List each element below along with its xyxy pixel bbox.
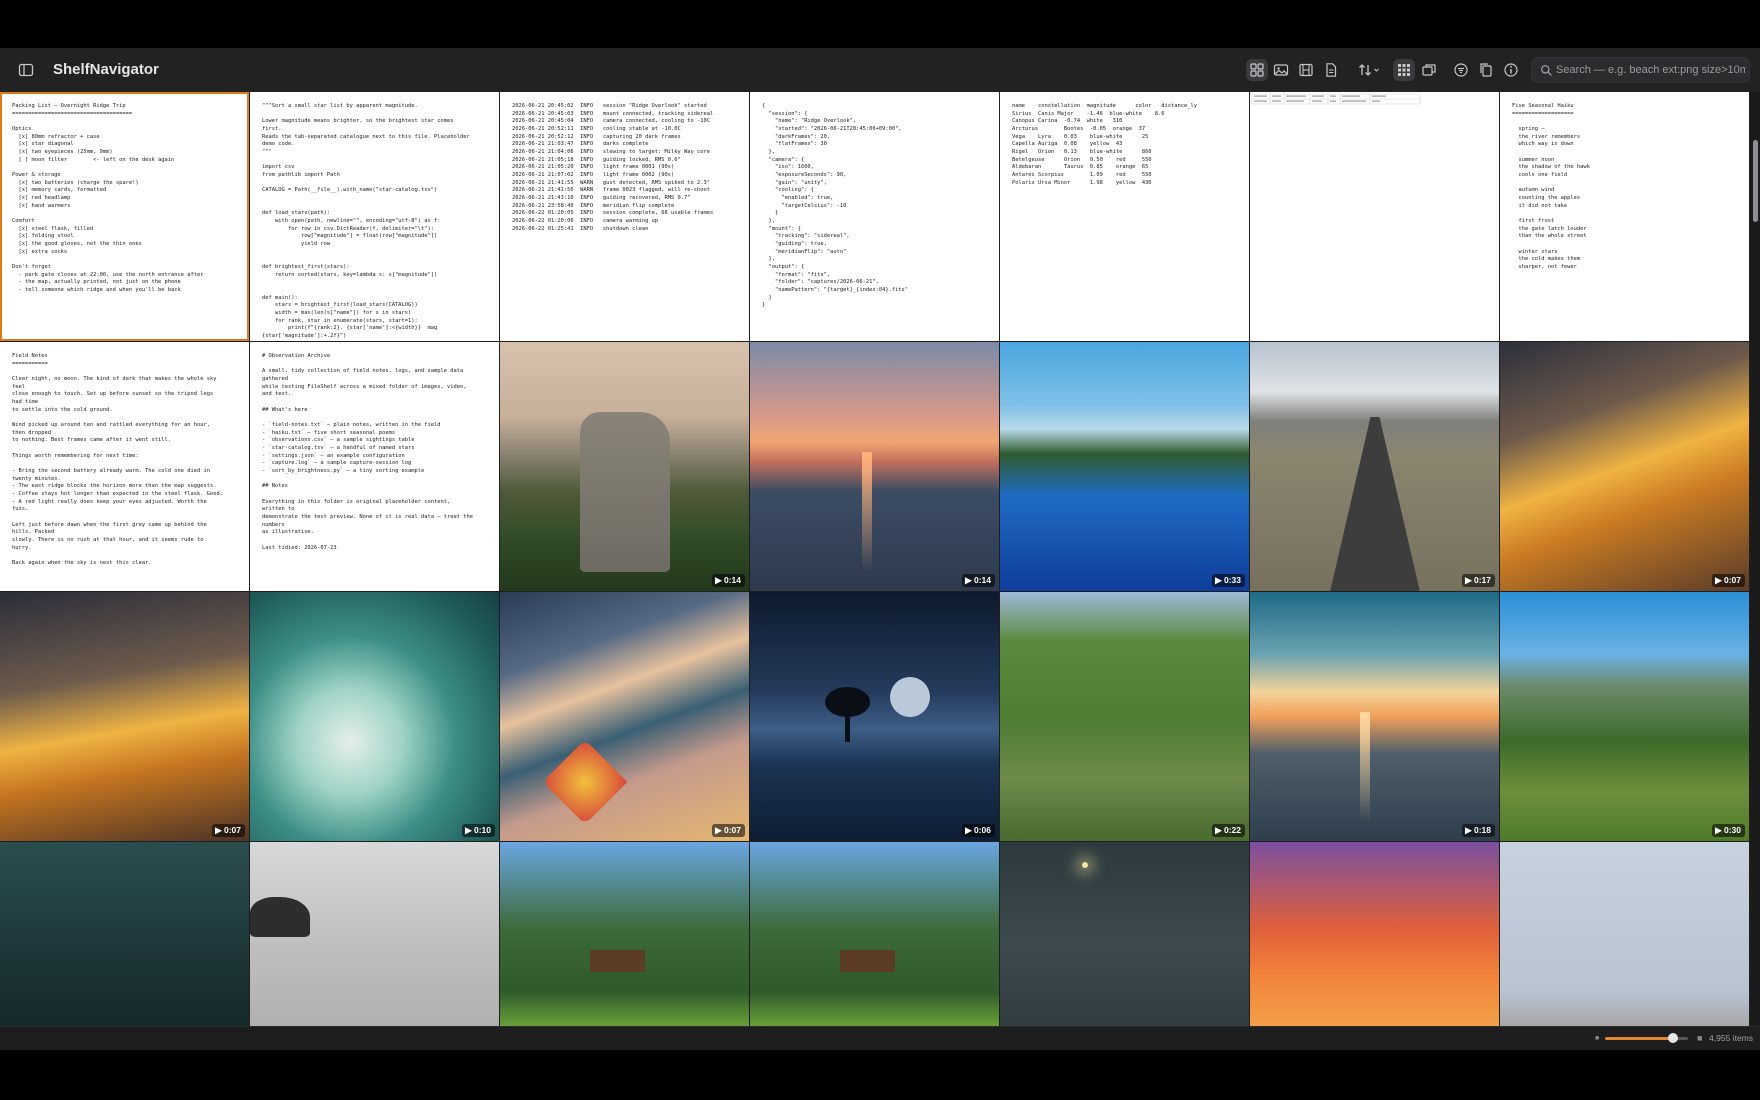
sun-reflection [1360, 712, 1370, 822]
image-tile-hill-town[interactable] [1500, 842, 1749, 1050]
item-count: 4,955 items [1709, 1033, 1753, 1043]
image-tile-dark-clouds[interactable] [0, 842, 249, 1050]
tree-crown [825, 687, 870, 717]
streetlight-glow [1082, 862, 1088, 868]
video-tile-cliff[interactable]: ▶ 0:14 [500, 342, 749, 591]
app-window: ShelfNavigator Search — e.g. beach ext:p… [0, 48, 1760, 1050]
spreadsheet-preview [1251, 93, 1421, 105]
doc-preview-text: name constellation magnitude color dista… [1012, 103, 1197, 186]
zoom-slider-knob[interactable] [1668, 1033, 1679, 1043]
image-tile-rainy-street[interactable] [1000, 842, 1249, 1050]
image-tile-cabin-meadow-copy[interactable] [750, 842, 999, 1050]
image-tile-grey-sea-rock[interactable] [250, 842, 499, 1050]
moon-shape [890, 677, 930, 717]
stack-icon[interactable] [1418, 59, 1440, 81]
vertical-scrollbar[interactable] [1750, 92, 1760, 1050]
doc-preview-text: { "session": { "name": "Ridge Overlook",… [762, 103, 909, 309]
zoom-slider[interactable] [1605, 1033, 1688, 1043]
video-tile-forest-valley[interactable]: ▶ 0:22 [1000, 592, 1249, 841]
doc-tile-star-catalog[interactable]: name constellation magnitude color dista… [1000, 92, 1249, 341]
scrollbar-thumb[interactable] [1753, 140, 1758, 222]
video-duration: ▶ 0:07 [712, 824, 745, 837]
small-thumb-icon: ■ [1595, 1035, 1600, 1042]
copy-icon[interactable] [1475, 59, 1497, 81]
video-tile-moon-tree[interactable]: ▶ 0:06 [750, 592, 999, 841]
doc-tile-packing-list[interactable]: Packing List — Overnight Ridge Trip ====… [0, 92, 249, 341]
video-duration: ▶ 0:14 [712, 574, 745, 587]
doc-tile-settings-json[interactable]: { "session": { "name": "Ridge Overlook",… [750, 92, 999, 341]
sidebar-icon[interactable] [15, 59, 37, 81]
video-tile-storm-rays[interactable]: ▶ 0:07 [0, 592, 249, 841]
video-duration: ▶ 0:33 [1212, 574, 1245, 587]
video-duration: ▶ 0:17 [1462, 574, 1495, 587]
video-duration: ▶ 0:06 [962, 824, 995, 837]
zoom-slider-fill [1605, 1037, 1674, 1040]
video-duration: ▶ 0:18 [1462, 824, 1495, 837]
doc-preview-text: Field Notes =========== Clear night, no … [12, 353, 223, 567]
video-tile-wave[interactable]: ▶ 0:10 [250, 592, 499, 841]
cliff-shape [580, 412, 670, 572]
video-tile-sunrise-sea[interactable]: ▶ 0:18 [1250, 592, 1499, 841]
photo-icon[interactable] [1270, 59, 1292, 81]
large-grid-icon[interactable] [1393, 59, 1415, 81]
image-tile-cabin-meadow[interactable] [500, 842, 749, 1050]
doc-tile-readme[interactable]: # Observation Archive A small, tidy coll… [250, 342, 499, 591]
video-tile-heart-beach[interactable]: ▶ 0:07 [500, 592, 749, 841]
doc-tile-field-notes[interactable]: Field Notes =========== Clear night, no … [0, 342, 249, 591]
doc-preview-text: """Sort a small star list by apparent ma… [262, 103, 470, 340]
filter-icon[interactable] [1450, 59, 1472, 81]
video-duration: ▶ 0:07 [212, 824, 245, 837]
grid-icon[interactable] [1246, 59, 1268, 81]
video-duration: ▶ 0:30 [1712, 824, 1745, 837]
toolbar: ShelfNavigator [0, 48, 1760, 93]
search-icon [1540, 64, 1552, 76]
doc-preview-text: # Observation Archive A small, tidy coll… [262, 353, 473, 551]
cabin-shape [840, 950, 895, 972]
status-bar: ■ ■ 4,955 items [0, 1026, 1760, 1050]
heart-shape [542, 739, 628, 825]
video-duration: ▶ 0:10 [462, 824, 495, 837]
doc-preview-text: Five Seasonal Haiku =================== … [1512, 103, 1590, 271]
doc-preview-text: 2026-06-21 20:45:02 INFO session "Ridge … [512, 103, 714, 232]
document-icon[interactable] [1320, 59, 1342, 81]
large-thumb-icon: ■ [1697, 1033, 1703, 1043]
sort-icon[interactable] [1355, 59, 1385, 81]
video-duration: ▶ 0:14 [962, 574, 995, 587]
info-icon[interactable] [1500, 59, 1522, 81]
video-tile-mountain-meadow[interactable]: ▶ 0:30 [1500, 592, 1749, 841]
image-tile-orange-sky[interactable] [1250, 842, 1499, 1050]
rock-shape [250, 897, 310, 937]
doc-preview-text: Packing List — Overnight Ridge Trip ====… [12, 103, 204, 294]
media-grid: Packing List — Overnight Ridge Trip ====… [0, 92, 1750, 1050]
video-duration: ▶ 0:07 [1712, 574, 1745, 587]
cabin-shape [590, 950, 645, 972]
video-tile-runway[interactable]: ▶ 0:17 [1250, 342, 1499, 591]
doc-tile-sort-script[interactable]: """Sort a small star list by apparent ma… [250, 92, 499, 341]
search-input[interactable] [1556, 58, 1746, 82]
doc-tile-capture-log[interactable]: 2026-06-21 20:45:02 INFO session "Ridge … [500, 92, 749, 341]
video-tile-sunset-beach[interactable]: ▶ 0:14 [750, 342, 999, 591]
video-tile-storm-sun[interactable]: ▶ 0:07 [1500, 342, 1749, 591]
road-shape [1330, 417, 1420, 591]
doc-tile-observations-csv[interactable] [1250, 92, 1499, 341]
app-title: ShelfNavigator [53, 61, 159, 78]
sun-reflection [862, 452, 872, 572]
film-icon[interactable] [1295, 59, 1317, 81]
doc-tile-haiku[interactable]: Five Seasonal Haiku =================== … [1500, 92, 1749, 341]
search-field[interactable] [1531, 57, 1750, 83]
video-duration: ▶ 0:22 [1212, 824, 1245, 837]
video-tile-blue-lake[interactable]: ▶ 0:33 [1000, 342, 1249, 591]
